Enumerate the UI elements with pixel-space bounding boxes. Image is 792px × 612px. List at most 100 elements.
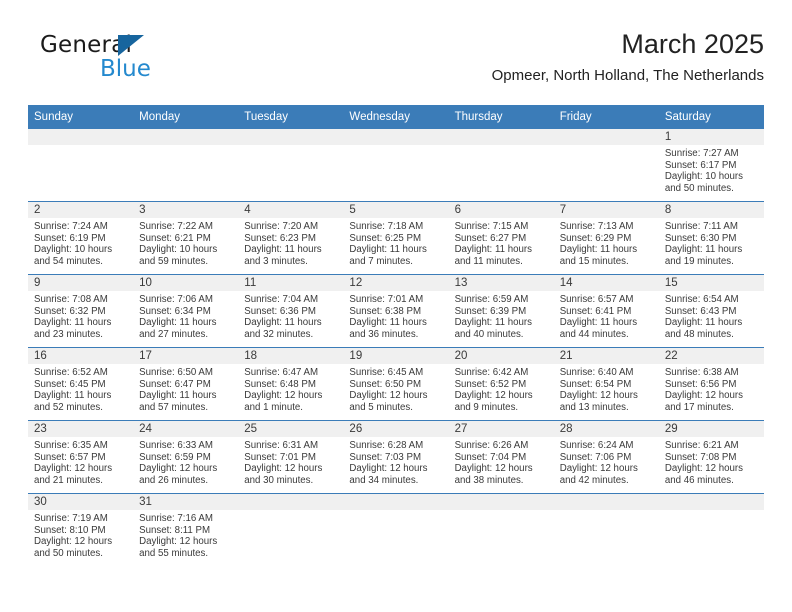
calendar-week-row: 1 Sunrise: 7:27 AM Sunset: 6:17 PM Daylight… bbox=[28, 129, 764, 202]
calendar-day-cell[interactable]: 21 Sunrise: 6:40 AM Sunset: 6:54 PM Dayligh… bbox=[553, 347, 659, 421]
daylight-text-line1: Daylight: 12 hours bbox=[559, 463, 638, 475]
calendar-day-cell[interactable]: 9 Sunrise: 7:08 AM Sunset: 6:32 PM Daylight… bbox=[28, 274, 134, 348]
day-number bbox=[343, 494, 449, 510]
page-subtitle: Opmeer, North Holland, The Netherlands bbox=[491, 67, 764, 84]
daylight-text-line2: and 26 minutes. bbox=[139, 474, 209, 486]
day-number bbox=[343, 129, 449, 145]
sunrise-text: Sunrise: 7:06 AM bbox=[139, 294, 213, 305]
calendar-day-cell[interactable]: 15 Sunrise: 6:54 AM Sunset: 6:43 PM Dayligh… bbox=[658, 274, 764, 348]
calendar-day-cell[interactable]: 12 Sunrise: 7:01 AM Sunset: 6:38 PM Dayligh… bbox=[343, 274, 449, 348]
calendar-day-cell-empty bbox=[343, 129, 449, 202]
sunrise-text: Sunrise: 6:38 AM bbox=[664, 367, 739, 378]
calendar-day-cell[interactable]: 8 Sunrise: 7:11 AM Sunset: 6:30 PM Daylight… bbox=[658, 201, 764, 275]
sunset-text: Sunset: 6:29 PM bbox=[559, 232, 632, 244]
day-details: Sunrise: 7:01 AM Sunset: 6:38 PM Daylight:… bbox=[343, 291, 448, 340]
calendar-day-cell[interactable]: 1 Sunrise: 7:27 AM Sunset: 6:17 PM Daylight… bbox=[658, 129, 764, 202]
calendar-day-cell[interactable]: 6 Sunrise: 7:15 AM Sunset: 6:27 PM Daylight… bbox=[448, 201, 554, 275]
day-number bbox=[133, 129, 239, 145]
daylight-text-line1: Daylight: 11 hours bbox=[34, 390, 112, 402]
daylight-text-line1: Daylight: 11 hours bbox=[349, 244, 427, 256]
sunset-text: Sunset: 6:34 PM bbox=[139, 305, 211, 317]
day-details: Sunrise: 6:21 AM Sunset: 7:08 PM Daylight:… bbox=[659, 437, 764, 486]
sunrise-text: Sunrise: 7:01 AM bbox=[349, 294, 424, 305]
calendar-day-cell[interactable]: 28 Sunrise: 6:24 AM Sunset: 7:06 PM Dayligh… bbox=[553, 420, 659, 494]
daylight-text-line2: and 17 minutes. bbox=[664, 401, 734, 413]
calendar-day-cell[interactable]: 20 Sunrise: 6:42 AM Sunset: 6:52 PM Dayligh… bbox=[448, 347, 554, 421]
calendar-day-cell[interactable]: 27 Sunrise: 6:26 AM Sunset: 7:04 PM Dayligh… bbox=[448, 420, 554, 494]
day-details: Sunrise: 6:38 AM Sunset: 6:56 PM Daylight:… bbox=[659, 364, 764, 413]
day-number bbox=[238, 494, 344, 510]
daylight-text-line1: Daylight: 11 hours bbox=[139, 317, 217, 329]
calendar-day-cell[interactable]: 22 Sunrise: 6:38 AM Sunset: 6:56 PM Dayligh… bbox=[658, 347, 764, 421]
calendar-day-cell[interactable]: 17 Sunrise: 6:50 AM Sunset: 6:47 PM Dayligh… bbox=[133, 347, 239, 421]
calendar-day-cell[interactable]: 14 Sunrise: 6:57 AM Sunset: 6:41 PM Dayligh… bbox=[553, 274, 659, 348]
calendar-day-cell[interactable]: 10 Sunrise: 7:06 AM Sunset: 6:34 PM Dayligh… bbox=[133, 274, 239, 348]
calendar-day-cell[interactable]: 31 Sunrise: 7:16 AM Sunset: 8:11 PM Dayligh… bbox=[133, 493, 239, 566]
sunrise-text: Sunrise: 7:04 AM bbox=[244, 294, 319, 305]
day-number: 1 bbox=[658, 129, 764, 145]
calendar-day-cell[interactable]: 19 Sunrise: 6:45 AM Sunset: 6:50 PM Dayligh… bbox=[343, 347, 449, 421]
calendar-day-cell-empty bbox=[238, 129, 344, 202]
calendar-day-cell[interactable]: 18 Sunrise: 6:47 AM Sunset: 6:48 PM Dayligh… bbox=[238, 347, 344, 421]
daylight-text-line2: and 27 minutes. bbox=[139, 328, 209, 340]
sunrise-text: Sunrise: 6:47 AM bbox=[244, 367, 319, 378]
sunrise-text: Sunrise: 6:57 AM bbox=[559, 294, 634, 305]
daylight-text-line2: and 44 minutes. bbox=[559, 328, 629, 340]
daylight-text-line2: and 32 minutes. bbox=[244, 328, 314, 340]
calendar-day-cell[interactable]: 7 Sunrise: 7:13 AM Sunset: 6:29 PM Daylight… bbox=[553, 201, 659, 275]
daylight-text-line2: and 52 minutes. bbox=[34, 401, 103, 413]
daylight-text-line1: Daylight: 12 hours bbox=[349, 390, 428, 402]
calendar-day-cell[interactable]: 3 Sunrise: 7:22 AM Sunset: 6:21 PM Daylight… bbox=[133, 201, 239, 275]
title-block: March 2025 Opmeer, North Holland, The Ne… bbox=[492, 28, 764, 87]
calendar-day-cell[interactable]: 26 Sunrise: 6:28 AM Sunset: 7:03 PM Dayligh… bbox=[343, 420, 449, 494]
page-title: March 2025 bbox=[621, 29, 764, 59]
sunset-text: Sunset: 6:21 PM bbox=[139, 232, 211, 244]
daylight-text-line2: and 30 minutes. bbox=[244, 474, 314, 486]
sunset-text: Sunset: 6:30 PM bbox=[664, 232, 737, 244]
calendar-day-cell[interactable]: 23 Sunrise: 6:35 AM Sunset: 6:57 PM Dayligh… bbox=[28, 420, 134, 494]
day-number: 19 bbox=[343, 348, 449, 364]
day-details: Sunrise: 6:31 AM Sunset: 7:01 PM Daylight:… bbox=[238, 437, 343, 486]
general-blue-logo[interactable]: General Blue bbox=[40, 32, 240, 92]
calendar-day-cell[interactable]: 5 Sunrise: 7:18 AM Sunset: 6:25 PM Daylight… bbox=[343, 201, 449, 275]
daylight-text-line2: and 36 minutes. bbox=[349, 328, 419, 340]
daylight-text-line2: and 3 minutes. bbox=[244, 255, 308, 267]
calendar-day-cell[interactable]: 4 Sunrise: 7:20 AM Sunset: 6:23 PM Daylight… bbox=[238, 201, 344, 275]
day-number: 3 bbox=[133, 202, 239, 218]
day-number: 2 bbox=[28, 202, 134, 218]
calendar-day-cell[interactable]: 13 Sunrise: 6:59 AM Sunset: 6:39 PM Dayligh… bbox=[448, 274, 554, 348]
calendar-day-cell[interactable]: 11 Sunrise: 7:04 AM Sunset: 6:36 PM Dayligh… bbox=[238, 274, 344, 348]
day-details: Sunrise: 7:20 AM Sunset: 6:23 PM Daylight:… bbox=[238, 218, 343, 267]
day-details: Sunrise: 6:57 AM Sunset: 6:41 PM Daylight:… bbox=[554, 291, 659, 340]
calendar-day-cell[interactable]: 16 Sunrise: 6:52 AM Sunset: 6:45 PM Dayligh… bbox=[28, 347, 134, 421]
sunrise-text: Sunrise: 6:54 AM bbox=[664, 294, 739, 305]
sunrise-text: Sunrise: 6:42 AM bbox=[454, 367, 529, 378]
calendar-day-cell[interactable]: 25 Sunrise: 6:31 AM Sunset: 7:01 PM Dayligh… bbox=[238, 420, 344, 494]
day-details: Sunrise: 6:45 AM Sunset: 6:50 PM Daylight:… bbox=[343, 364, 448, 413]
sunset-text: Sunset: 6:41 PM bbox=[559, 305, 632, 317]
sunset-text: Sunset: 6:54 PM bbox=[559, 378, 632, 390]
daylight-text-line1: Daylight: 12 hours bbox=[244, 463, 323, 475]
logo-triangle-icon bbox=[118, 35, 144, 56]
day-number: 12 bbox=[343, 275, 449, 291]
sunset-text: Sunset: 6:48 PM bbox=[244, 378, 316, 390]
calendar-day-cell[interactable]: 24 Sunrise: 6:33 AM Sunset: 6:59 PM Dayligh… bbox=[133, 420, 239, 494]
calendar-day-cell[interactable]: 29 Sunrise: 6:21 AM Sunset: 7:08 PM Dayligh… bbox=[658, 420, 764, 494]
daylight-text-line2: and 34 minutes. bbox=[349, 474, 419, 486]
sunset-text: Sunset: 6:59 PM bbox=[139, 451, 211, 463]
sunrise-text: Sunrise: 6:24 AM bbox=[559, 440, 634, 451]
weekday-header-saturday: Saturday bbox=[658, 105, 764, 129]
weekday-header-friday: Friday bbox=[553, 105, 659, 129]
day-number: 23 bbox=[28, 421, 134, 437]
day-details: Sunrise: 6:47 AM Sunset: 6:48 PM Daylight:… bbox=[238, 364, 343, 413]
day-details: Sunrise: 7:22 AM Sunset: 6:21 PM Daylight:… bbox=[133, 218, 238, 267]
daylight-text-line2: and 59 minutes. bbox=[139, 255, 209, 267]
daylight-text-line1: Daylight: 10 hours bbox=[34, 244, 113, 256]
daylight-text-line2: and 7 minutes. bbox=[349, 255, 413, 267]
calendar-day-cell-empty bbox=[448, 493, 554, 566]
calendar-week-row: 9 Sunrise: 7:08 AM Sunset: 6:32 PM Daylight… bbox=[28, 274, 764, 348]
calendar-day-cell[interactable]: 30 Sunrise: 7:19 AM Sunset: 8:10 PM Dayligh… bbox=[28, 493, 134, 566]
calendar-day-cell[interactable]: 2 Sunrise: 7:24 AM Sunset: 6:19 PM Daylight… bbox=[28, 201, 134, 275]
daylight-text-line1: Daylight: 11 hours bbox=[139, 390, 217, 402]
sunset-text: Sunset: 6:23 PM bbox=[244, 232, 316, 244]
